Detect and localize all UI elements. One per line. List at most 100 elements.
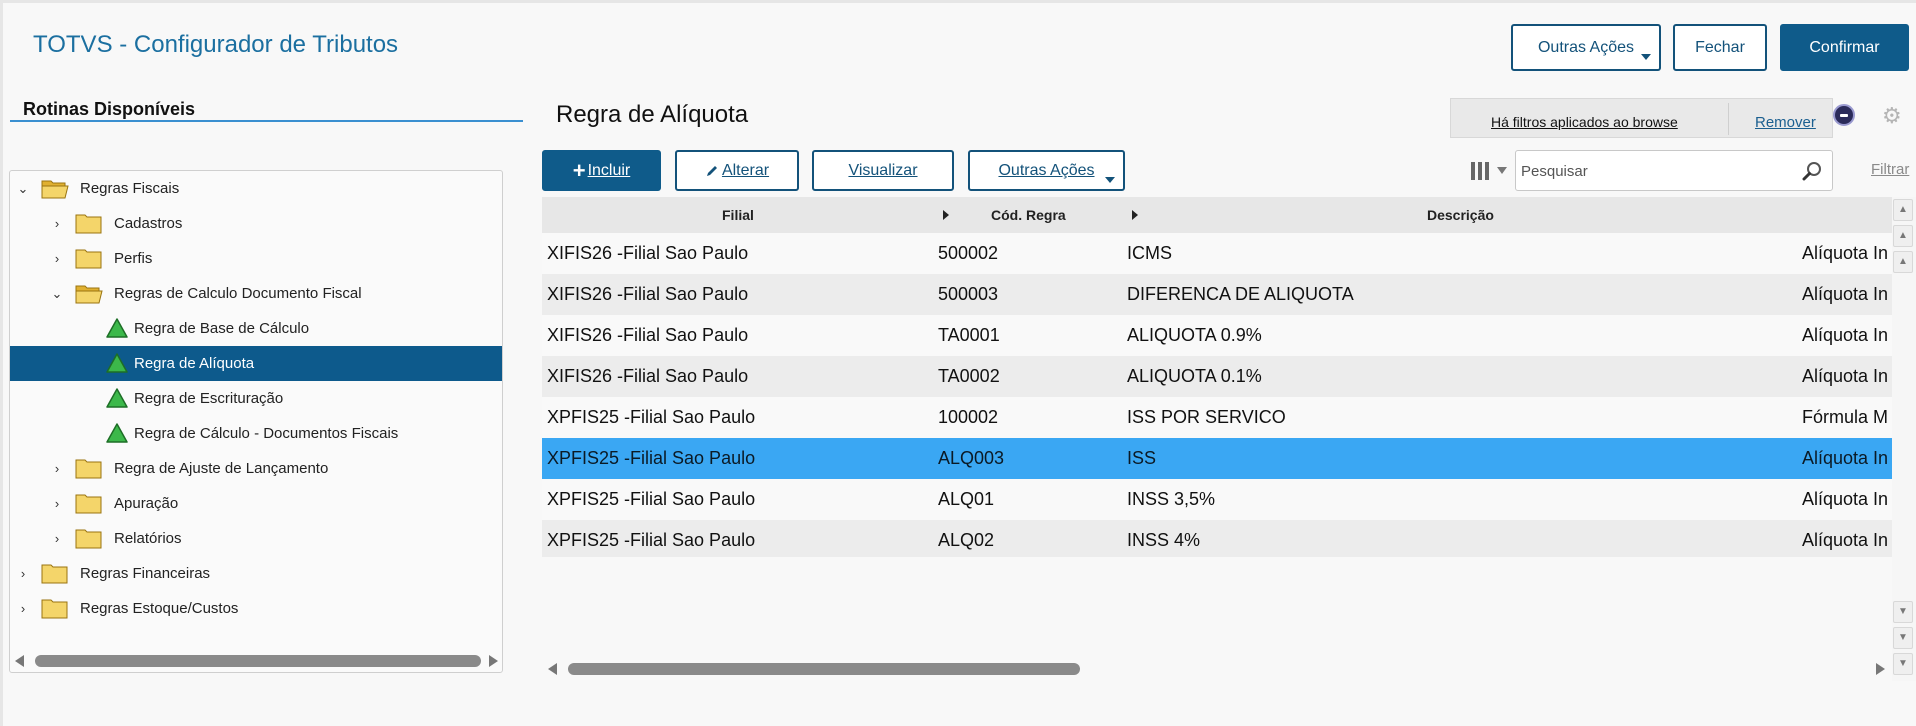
scroll-down-icon[interactable]: ▼ (1893, 601, 1913, 623)
tree-node-regras-calculo-documento-fiscal[interactable]: ⌄ Regras de Calculo Documento Fiscal (10, 276, 502, 311)
incluir-label: Incluir (587, 161, 631, 179)
cell-descricao: ISS (1127, 448, 1157, 468)
incluir-button[interactable]: + Incluir (542, 150, 661, 191)
scrollbar-thumb[interactable] (35, 655, 481, 667)
folder-icon (75, 249, 102, 269)
scroll-bottom-icon[interactable]: ▼ (1893, 653, 1913, 675)
scroll-up-icon[interactable]: ▲ (1893, 251, 1913, 273)
table-row[interactable]: XIFIS26 -Filial Sao Paulo TA0001 ALIQUOT… (542, 315, 1892, 356)
cell-descricao: ALIQUOTA 0.9% (1127, 325, 1262, 345)
cell-filial: XIFIS26 -Filial Sao Paulo (547, 243, 749, 263)
outras-acoes-toolbar-label: Outras Ações (998, 161, 1095, 179)
filtrar-link[interactable]: Filtrar (1871, 161, 1909, 178)
folder-open-icon (41, 180, 69, 199)
tree-node-perfis[interactable]: › Perfis (10, 241, 502, 276)
folder-open-icon (75, 285, 103, 304)
chevron-right-icon[interactable]: › (50, 496, 64, 511)
search-icon[interactable] (1802, 161, 1822, 181)
cell-descricao: INSS 3,5% (1127, 489, 1216, 509)
cell-codigo: ALQ003 (938, 448, 1005, 468)
chevron-down-icon[interactable]: ⌄ (16, 181, 30, 196)
routines-tree: ⌄ Regras Fiscais › Cadastros › Perfis ⌄ (9, 170, 503, 673)
cell-tipo: Alíquota In (1802, 366, 1889, 386)
scroll-top-icon[interactable]: ▲ (1893, 199, 1913, 221)
alterar-button[interactable]: Alterar (675, 150, 799, 191)
tree-node-relatorios[interactable]: › Relatórios (10, 521, 502, 556)
filter-separator (1728, 103, 1729, 135)
tree-node-regra-calculo-documentos-fiscais[interactable]: Regra de Cálculo - Documentos Fiscais (10, 416, 502, 451)
column-header-codigo[interactable]: Cód. Regra (991, 207, 1066, 223)
column-picker[interactable] (1463, 150, 1513, 191)
chevron-down-icon[interactable]: ⌄ (50, 286, 64, 301)
cell-tipo: Alíquota In (1802, 489, 1889, 509)
cell-codigo: 100002 (938, 407, 999, 427)
tree-node-apuracao[interactable]: › Apuração (10, 486, 502, 521)
tree-node-regra-aliquota[interactable]: Regra de Alíquota (10, 346, 502, 381)
tree-node-regra-escrituracao[interactable]: Regra de Escrituração (10, 381, 502, 416)
scroll-right-icon[interactable] (489, 655, 498, 667)
tree-node-regras-fiscais[interactable]: ⌄ Regras Fiscais (10, 171, 502, 206)
search-input[interactable] (1521, 160, 1791, 182)
tree-node-label: Cadastros (114, 215, 183, 232)
sidebar-title-underline (10, 120, 523, 122)
cell-tipo: Alíquota In (1802, 448, 1889, 468)
scroll-left-icon[interactable] (15, 655, 24, 667)
cell-descricao: ALIQUOTA 0.1% (1127, 366, 1262, 386)
tree-node-label: Perfis (114, 250, 153, 267)
table-row[interactable]: XIFIS26 -Filial Sao Paulo 500002 ICMS Al… (542, 233, 1892, 274)
chevron-right-icon[interactable]: › (16, 601, 30, 616)
table-vertical-scrollbar[interactable]: ▲ ▲ ▲ ▼ ▼ ▼ (1892, 197, 1916, 681)
outras-acoes-toolbar-button[interactable]: Outras Ações (968, 150, 1125, 191)
table-row[interactable]: XPFIS25 -Filial Sao Paulo ALQ02 INSS 4% … (542, 520, 1892, 557)
tree-node-label: Apuração (114, 495, 179, 512)
tree-node-cadastros[interactable]: › Cadastros (10, 206, 502, 241)
account-circle-icon[interactable] (1833, 104, 1855, 126)
alterar-label: Alterar (721, 161, 770, 179)
tree-node-label: Regra de Alíquota (134, 355, 255, 372)
scroll-page-up-icon[interactable]: ▲ (1893, 225, 1913, 247)
filter-notice: Há filtros aplicados ao browse Remover (1450, 98, 1833, 138)
folder-icon (75, 459, 102, 479)
column-header-filial[interactable]: Filial (722, 207, 754, 223)
table-row-selected[interactable]: XPFIS25 -Filial Sao Paulo ALQ003 ISS Alí… (542, 438, 1892, 479)
cell-descricao: DIFERENCA DE ALIQUOTA (1127, 284, 1354, 304)
chevron-right-icon[interactable]: › (50, 251, 64, 266)
outras-acoes-header-button[interactable]: Outras Ações (1511, 24, 1661, 71)
tree-node-label: Regra de Ajuste de Lançamento (114, 460, 329, 477)
chevron-right-icon[interactable]: › (50, 461, 64, 476)
chevron-down-icon (1497, 167, 1507, 174)
column-resize-icon[interactable] (1132, 210, 1138, 220)
column-header-descricao[interactable]: Descrição (1427, 207, 1494, 223)
scroll-page-down-icon[interactable]: ▼ (1893, 627, 1913, 649)
gear-icon[interactable]: ⚙ (1882, 103, 1902, 129)
chevron-right-icon[interactable]: › (16, 566, 30, 581)
tree-node-regras-financeiras[interactable]: › Regras Financeiras (10, 556, 502, 591)
table-row[interactable]: XPFIS25 -Filial Sao Paulo 100002 ISS POR… (542, 397, 1892, 438)
table-row[interactable]: XIFIS26 -Filial Sao Paulo TA0002 ALIQUOT… (542, 356, 1892, 397)
confirmar-button[interactable]: Confirmar (1780, 24, 1909, 71)
table-row[interactable]: XIFIS26 -Filial Sao Paulo 500003 DIFEREN… (542, 274, 1892, 315)
tree-node-regra-ajuste-lancamento[interactable]: › Regra de Ajuste de Lançamento (10, 451, 502, 486)
folder-icon (41, 599, 68, 619)
sidebar-title: Rotinas Disponíveis (23, 99, 196, 119)
scroll-left-icon[interactable] (548, 663, 557, 675)
table-horizontal-scrollbar[interactable] (542, 659, 1892, 679)
scroll-right-icon[interactable] (1876, 663, 1885, 675)
green-triangle-icon (106, 353, 128, 373)
column-resize-icon[interactable] (943, 210, 949, 220)
visualizar-button[interactable]: Visualizar (812, 150, 954, 191)
chevron-right-icon[interactable]: › (50, 531, 64, 546)
chevron-right-icon[interactable]: › (50, 216, 64, 231)
table-row[interactable]: XPFIS25 -Filial Sao Paulo ALQ01 INSS 3,5… (542, 479, 1892, 520)
plus-icon: + (572, 157, 586, 183)
cell-descricao: ISS POR SERVICO (1127, 407, 1286, 427)
filter-notice-text[interactable]: Há filtros aplicados ao browse (1491, 114, 1678, 130)
remove-filter-link[interactable]: Remover (1755, 114, 1816, 131)
chevron-down-icon (1105, 177, 1115, 183)
fechar-button[interactable]: Fechar (1673, 24, 1767, 71)
tree-node-regra-base-calculo[interactable]: Regra de Base de Cálculo (10, 311, 502, 346)
cell-filial: XPFIS25 -Filial Sao Paulo (547, 407, 756, 427)
tree-node-regras-estoque-custos[interactable]: › Regras Estoque/Custos (10, 591, 502, 626)
tree-horizontal-scrollbar[interactable] (9, 651, 503, 671)
scrollbar-thumb[interactable] (568, 663, 1080, 675)
